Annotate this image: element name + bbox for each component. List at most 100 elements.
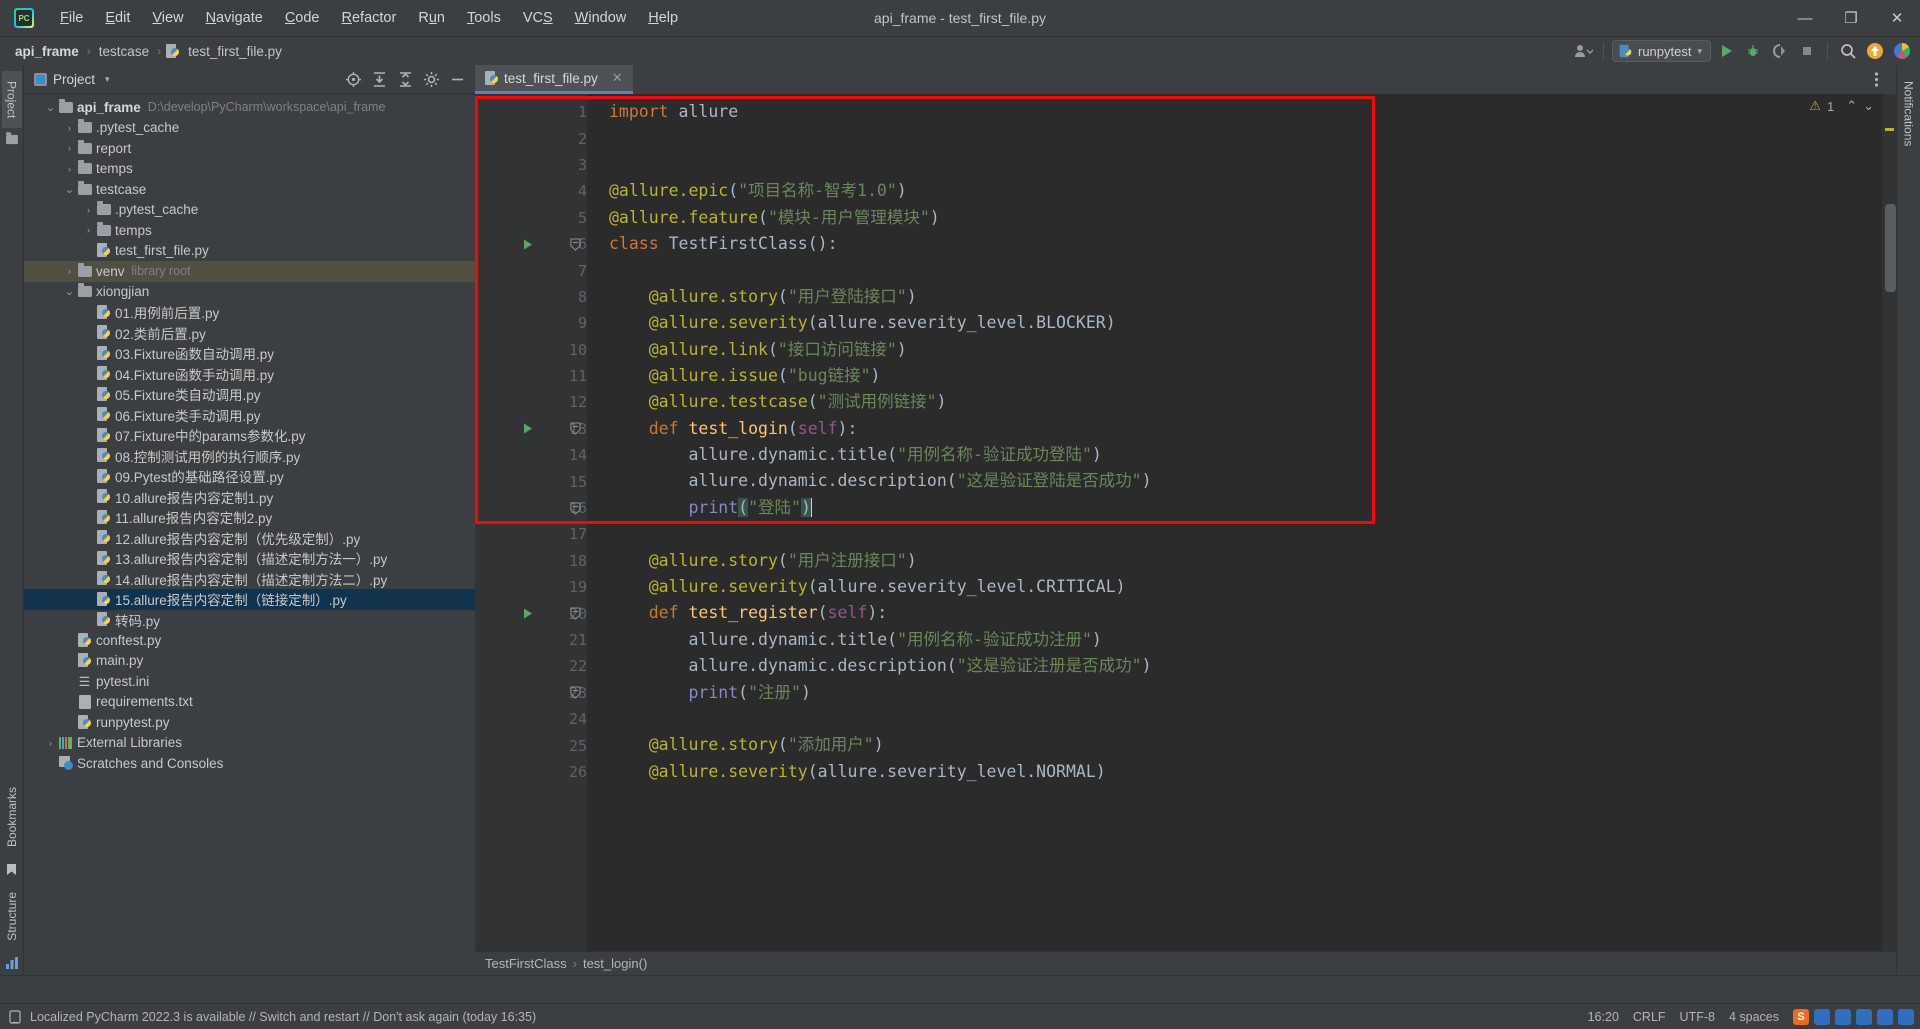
gutter-line[interactable]: 12 — [475, 389, 587, 415]
tree-node[interactable]: 04.Fixture函数手动调用.py — [24, 364, 475, 385]
menu-file[interactable]: FFileile — [50, 6, 93, 30]
breadcrumb-item-project[interactable]: api_frame — [12, 43, 82, 60]
code-line[interactable]: @allure.epic("项目名称-智考1.0") — [587, 178, 1882, 204]
maximize-button[interactable]: ❐ — [1828, 0, 1874, 36]
code-editor[interactable]: 1 2 3 4 5 6 7 8 9 10 11 12 13 14 15 16 17 18 19 20 21 22 23 24 2… — [475, 94, 1896, 951]
editor-scrollbar-thumb[interactable] — [1885, 204, 1896, 292]
indent-setting[interactable]: 4 spaces — [1729, 1010, 1779, 1024]
gutter-line[interactable]: 6 — [475, 231, 587, 257]
fold-marker-icon[interactable] — [570, 686, 581, 700]
chevron-right-icon[interactable]: › — [82, 225, 95, 235]
code-line[interactable]: @allure.feature("模块-用户管理模块") — [587, 205, 1882, 231]
gutter-line[interactable]: 5 — [475, 205, 587, 231]
run-configuration-selector[interactable]: runpytest ▾ — [1611, 40, 1711, 62]
chevron-down-icon[interactable]: ⌄ — [63, 183, 76, 196]
tree-node[interactable]: 02.类前后置.py — [24, 323, 475, 344]
tree-node[interactable]: 01.用例前后置.py — [24, 302, 475, 323]
gutter-line[interactable]: 17 — [475, 521, 587, 547]
tree-node[interactable]: 13.allure报告内容定制（描述定制方法一）.py — [24, 548, 475, 569]
menu-tools[interactable]: Tools — [457, 6, 511, 30]
code-line[interactable]: import allure — [587, 99, 1882, 125]
inspection-widget[interactable]: ⚠ 1 ⌃ ⌄ — [1809, 98, 1874, 114]
tree-node[interactable]: 11.allure报告内容定制2.py — [24, 507, 475, 528]
tree-node[interactable]: main.py — [24, 651, 475, 672]
code-line[interactable] — [587, 257, 1882, 283]
tool-tab-structure[interactable]: Structure — [2, 882, 22, 951]
tree-node[interactable]: 07.Fixture中的params参数化.py — [24, 425, 475, 446]
search-everywhere-icon[interactable] — [1836, 40, 1860, 62]
chevron-down-icon[interactable]: ⌄ — [63, 285, 76, 298]
collapse-all-icon[interactable] — [393, 68, 417, 90]
tree-node[interactable]: ⌄ testcase — [24, 179, 475, 200]
tree-node[interactable]: test_first_file.py — [24, 241, 475, 262]
gutter-line[interactable]: 23 — [475, 680, 587, 706]
menu-vcs[interactable]: VCS — [513, 6, 563, 30]
run-gutter-icon[interactable] — [521, 607, 534, 620]
settings-gear-icon[interactable] — [419, 68, 443, 90]
tree-node[interactable]: 14.allure报告内容定制（描述定制方法二）.py — [24, 569, 475, 590]
tree-node[interactable]: › temps — [24, 220, 475, 241]
tree-node[interactable]: requirements.txt — [24, 692, 475, 713]
status-message[interactable]: Localized PyCharm 2022.3 is available //… — [30, 1010, 536, 1024]
code-line[interactable]: @allure.link("接口访问链接") — [587, 337, 1882, 363]
chevron-right-icon[interactable]: › — [63, 164, 76, 174]
code-line[interactable] — [587, 521, 1882, 547]
update-project-icon[interactable] — [1863, 40, 1887, 62]
expand-all-icon[interactable] — [367, 68, 391, 90]
run-gutter-icon[interactable] — [521, 422, 534, 435]
warning-marker[interactable] — [1885, 128, 1894, 131]
tree-node[interactable]: 10.allure报告内容定制1.py — [24, 487, 475, 508]
tree-node[interactable]: 05.Fixture类自动调用.py — [24, 384, 475, 405]
file-encoding[interactable]: UTF-8 — [1680, 1010, 1715, 1024]
tree-node[interactable]: › report — [24, 138, 475, 159]
tree-node[interactable]: 09.Pytest的基础路径设置.py — [24, 466, 475, 487]
chevron-right-icon[interactable]: › — [44, 738, 57, 748]
tree-node[interactable]: › temps — [24, 159, 475, 180]
gutter-line[interactable]: 16 — [475, 495, 587, 521]
select-opened-file-icon[interactable] — [341, 68, 365, 90]
fold-marker-icon[interactable] — [570, 607, 581, 620]
tree-node[interactable]: 03.Fixture函数自动调用.py — [24, 343, 475, 364]
ide-assistant-icon[interactable] — [1890, 40, 1914, 62]
tree-node[interactable]: conftest.py — [24, 630, 475, 651]
editor-gutter[interactable]: 1 2 3 4 5 6 7 8 9 10 11 12 13 14 15 16 17 18 19 20 21 22 23 24 2… — [475, 94, 587, 951]
menu-run[interactable]: Run — [408, 6, 455, 30]
gutter-line[interactable]: 24 — [475, 706, 587, 732]
tree-node[interactable]: 06.Fixture类手动调用.py — [24, 405, 475, 426]
code-line[interactable]: @allure.severity(allure.severity_level.C… — [587, 574, 1882, 600]
ime-icon[interactable] — [1877, 1008, 1893, 1025]
tree-node[interactable]: › venv library root — [24, 261, 475, 282]
code-line[interactable]: print("登陆") — [587, 495, 1882, 521]
gutter-line[interactable]: 7 — [475, 257, 587, 283]
cloud-icon[interactable] — [1856, 1008, 1872, 1025]
menu-edit[interactable]: Edit — [95, 6, 140, 30]
tree-node[interactable]: ☰ pytest.ini — [24, 671, 475, 692]
more-options-icon[interactable] — [1864, 69, 1888, 91]
stop-button[interactable] — [1795, 40, 1819, 62]
prev-problem-icon[interactable]: ⌃ — [1846, 98, 1857, 114]
code-line[interactable]: @allure.issue("bug链接") — [587, 363, 1882, 389]
breadcrumb-item-file[interactable]: test_first_file.py — [185, 43, 285, 60]
network-icon[interactable] — [1835, 1008, 1851, 1025]
caret-position[interactable]: 16:20 — [1588, 1010, 1619, 1024]
gutter-line[interactable]: 3 — [475, 152, 587, 178]
tree-node[interactable]: ⌄ api_frame D:\develop\PyCharm\workspace\a… — [24, 97, 475, 118]
sogou-input-icon[interactable]: S — [1793, 1008, 1809, 1025]
gutter-line[interactable]: 14 — [475, 442, 587, 468]
debug-button[interactable] — [1741, 40, 1765, 62]
tree-node[interactable]: Scratches and Consoles — [24, 753, 475, 774]
code-line[interactable]: @allure.story("用户注册接口") — [587, 548, 1882, 574]
breadcrumb-item-testcase[interactable]: testcase — [96, 43, 152, 60]
code-line[interactable] — [587, 706, 1882, 732]
code-line[interactable]: @allure.story("添加用户") — [587, 732, 1882, 758]
chevron-right-icon[interactable]: › — [63, 266, 76, 276]
gutter-line[interactable]: 20 — [475, 600, 587, 626]
tree-node[interactable]: 15.allure报告内容定制（链接定制）.py — [24, 589, 475, 610]
gutter-line[interactable]: 2 — [475, 125, 587, 151]
tree-node[interactable]: ⌄ xiongjian — [24, 282, 475, 303]
code-line[interactable]: print("注册") — [587, 680, 1882, 706]
chevron-right-icon[interactable]: › — [63, 143, 76, 153]
chevron-down-icon[interactable]: ▾ — [105, 74, 110, 85]
user-settings-icon[interactable] — [1571, 40, 1595, 62]
line-separator[interactable]: CRLF — [1633, 1010, 1666, 1024]
